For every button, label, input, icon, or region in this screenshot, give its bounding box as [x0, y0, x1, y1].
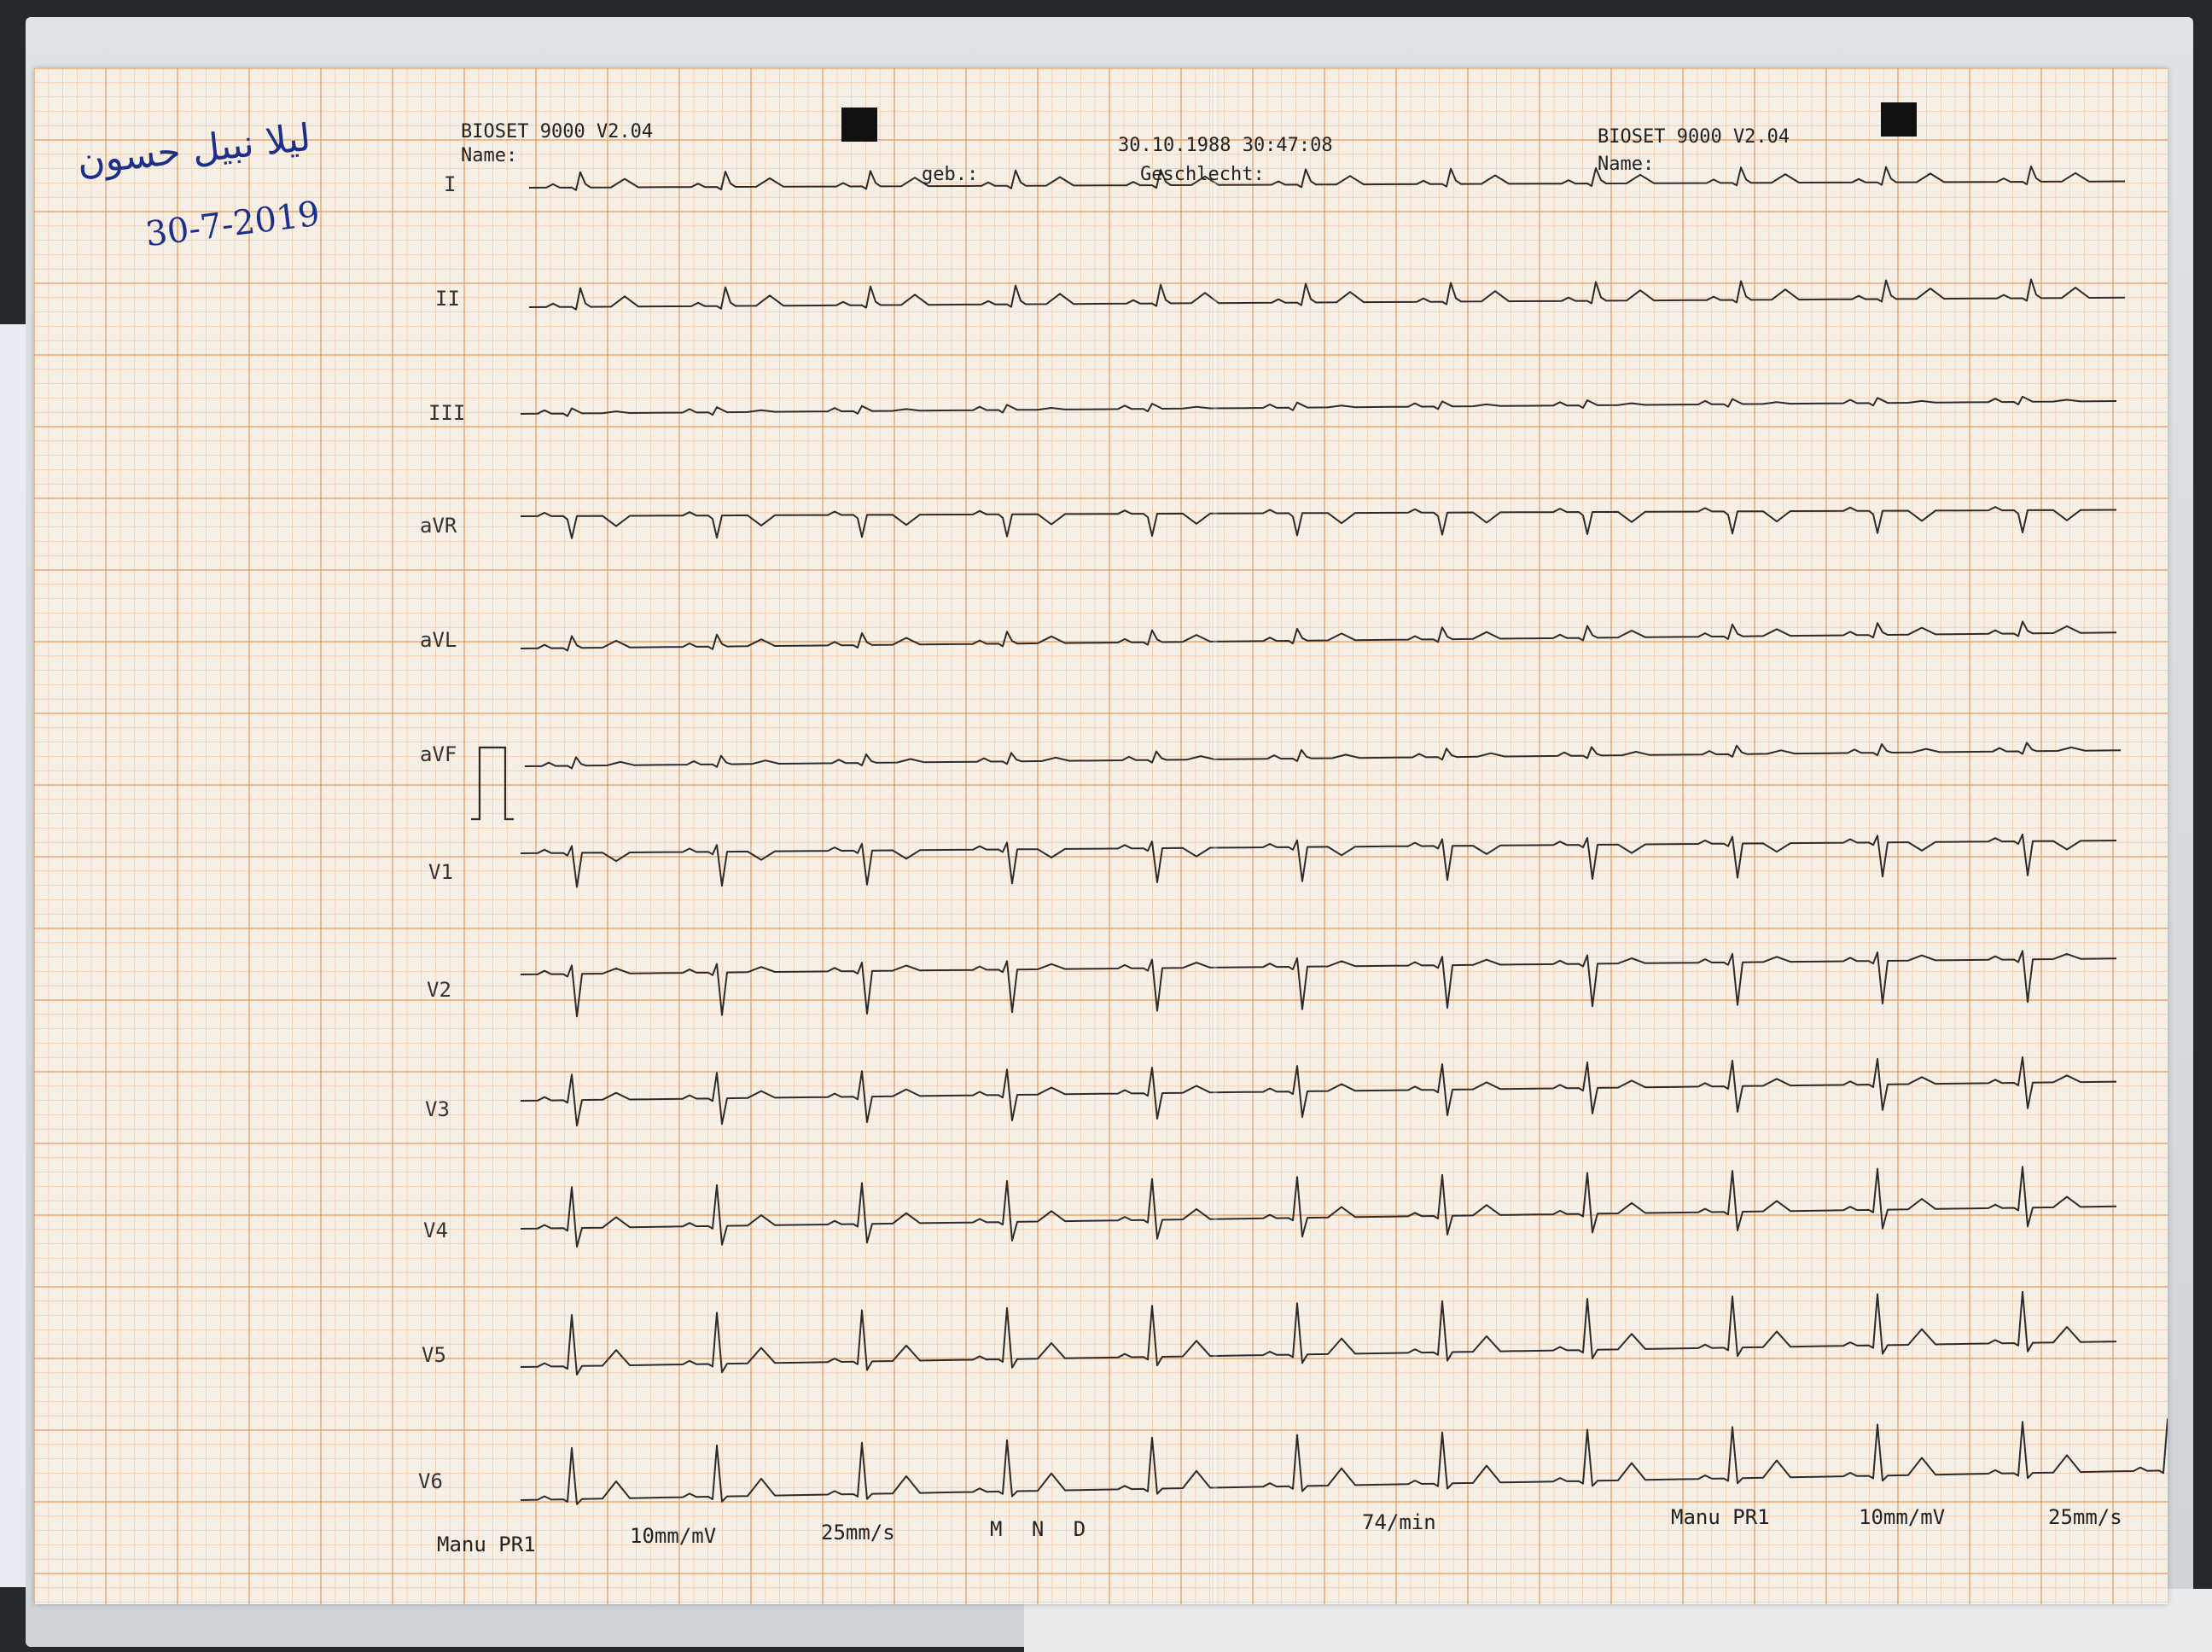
lead-label-v6: V6 [418, 1469, 443, 1493]
ecg-trace-v4 [520, 1166, 2117, 1248]
ecg-trace-avl [520, 620, 2117, 652]
ecg-trace-v6 [520, 1418, 2168, 1505]
ecg-grid-and-traces [34, 68, 2168, 1604]
footer-filter: M N D [990, 1517, 1095, 1541]
ecg-trace-avf [524, 742, 2122, 770]
lead-label-ii: II [435, 287, 460, 311]
lead-label-v1: V1 [428, 860, 453, 884]
dob-label: geb.: [922, 164, 979, 185]
footer-speed-right: 25mm/s [2048, 1505, 2122, 1529]
lead-label-avf: aVF [420, 742, 457, 766]
ecg-trace-iii [520, 395, 2117, 417]
lead-label-avl: aVL [420, 628, 457, 652]
lead-label-v5: V5 [422, 1343, 446, 1367]
ecg-trace-v3 [520, 1056, 2117, 1127]
footer-gain-right: 10mm/mV [1859, 1505, 1946, 1529]
registration-mark-right [1881, 102, 1917, 137]
ecg-trace-v2 [520, 950, 2117, 1018]
footer-speed-left: 25mm/s [821, 1521, 895, 1544]
lead-label-v2: V2 [427, 978, 451, 1002]
lead-label-iii: III [428, 401, 466, 425]
footer-mode-right: Manu PR1 [1671, 1505, 1770, 1529]
registration-mark-left [841, 108, 877, 142]
ecg-sheet: BIOSET 9000 V2.04 Name: 30.10.1988 30:47… [34, 68, 2168, 1604]
heart-rate: 74/min [1362, 1510, 1436, 1534]
sex-label: Geschlecht: [1140, 164, 1265, 185]
name-label-left: Name: [461, 145, 518, 166]
paper-fold [1212, 68, 1219, 1604]
device-label-left: BIOSET 9000 V2.04 [461, 121, 654, 143]
ecg-trace-avr [520, 506, 2117, 539]
lead-label-avr: aVR [420, 514, 457, 538]
ecg-trace-i [528, 166, 2126, 191]
footer-mode-left: Manu PR1 [437, 1533, 536, 1556]
lead-label-v3: V3 [425, 1097, 450, 1121]
footer-gain-left: 10mm/mV [630, 1524, 717, 1548]
lead-label-v4: V4 [423, 1219, 448, 1242]
lead-label-i: I [444, 172, 457, 196]
recording-datetime: 30.10.1988 30:47:08 [1118, 135, 1333, 156]
device-label-right: BIOSET 9000 V2.04 [1598, 126, 1790, 148]
ecg-trace-v5 [520, 1290, 2117, 1376]
name-label-right: Name: [1598, 154, 1655, 175]
